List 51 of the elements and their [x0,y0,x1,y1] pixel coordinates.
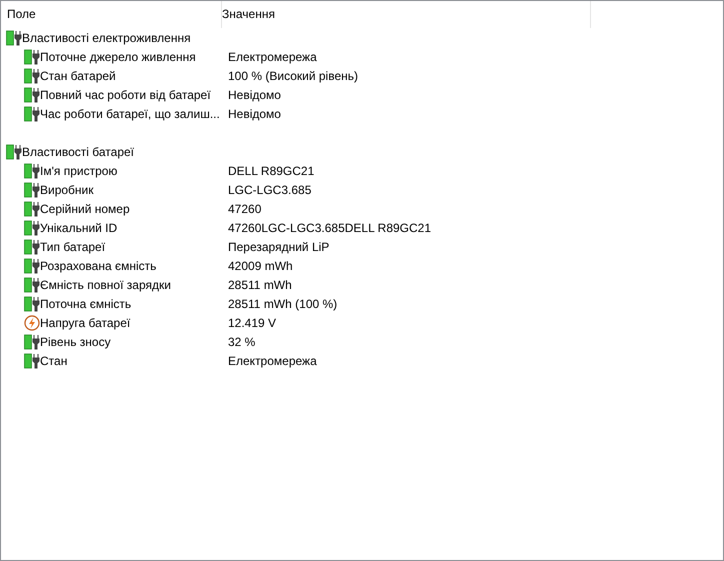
battery-plug-icon [6,30,22,46]
field-value: 28511 mWh (100 %) [228,296,338,310]
field-name[interactable]: Стан батарей [40,68,116,82]
field-name[interactable]: Поточне джерело живлення [40,50,196,64]
field-value: 32 % [228,334,256,348]
field-value: 47260 [228,202,262,216]
battery-plug-icon [24,258,40,274]
field-name[interactable]: Стан [40,354,68,368]
column-header[interactable]: Поле [1,1,222,28]
field-name[interactable]: Час роботи батареї, що залиш... [40,106,220,120]
battery-plug-icon [24,86,40,102]
field-name[interactable]: Ім'я пристрою [40,164,118,178]
field-value: 28511 mWh [228,278,292,292]
battery-plug-icon [6,144,22,160]
battery-plug-icon [24,68,40,84]
field-value: LGC-LGC3.685 [228,182,312,196]
battery-plug-icon [24,296,40,312]
battery-plug-icon [24,276,40,292]
field-name[interactable]: Тип батареї [40,240,106,254]
group-label[interactable]: Властивості батареї [22,144,134,158]
battery-plug-icon [24,200,40,216]
field-value: Перезарядний LiP [228,240,330,254]
battery-plug-icon [24,238,40,254]
battery-plug-icon [24,182,40,198]
field-value: Електромережа [228,354,317,368]
battery-plug-icon [24,162,40,178]
field-name[interactable]: Рівень зносу [40,334,111,348]
group-label[interactable]: Властивості електроживлення [22,30,191,44]
field-name[interactable]: Ємність повної зарядки [40,278,171,292]
field-value: DELL R89GC21 [228,164,314,178]
field-value: Невідомо [228,106,281,120]
field-name[interactable]: Унікальний ID [40,220,118,234]
battery-plug-icon [24,352,40,368]
field-value: Невідомо [228,88,281,102]
battery-plug-icon [24,220,40,236]
column-header[interactable]: Значення [222,1,591,28]
field-value: 12.419 V [228,316,276,330]
field-value: 47260LGC-LGC3.685DELL R89GC21 [228,220,432,234]
field-name[interactable]: Поточна ємність [40,296,132,310]
lightning-icon [24,314,40,330]
field-name[interactable]: Розрахована ємність [40,258,156,272]
field-value: 42009 mWh [228,258,293,272]
battery-plug-icon [24,334,40,350]
field-name[interactable]: Напруга батареї [40,316,130,330]
field-value: 100 % (Високий рівень) [228,68,358,82]
battery-plug-icon [24,48,40,64]
battery-plug-icon [24,106,40,122]
field-name[interactable]: Виробник [40,182,94,196]
field-value: Електромережа [228,50,317,64]
field-name[interactable]: Повний час роботи від батареї [40,88,211,102]
field-name[interactable]: Серійний номер [40,202,130,216]
